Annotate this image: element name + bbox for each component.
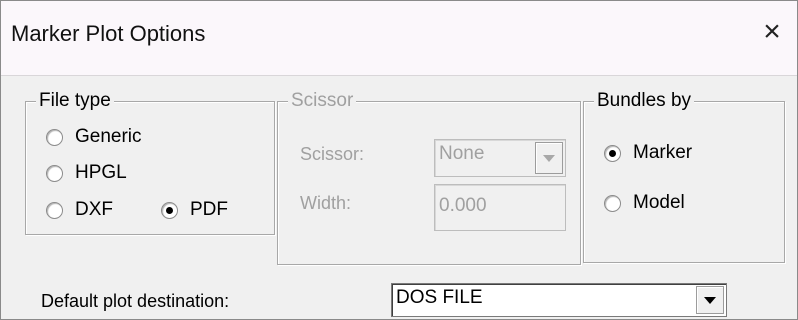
radio-pdf-label: PDF bbox=[190, 199, 228, 220]
radio-generic-indicator bbox=[46, 128, 63, 146]
radio-marker[interactable]: Marker bbox=[604, 142, 692, 164]
radio-model-label: Model bbox=[633, 192, 685, 213]
radio-hpgl-label: HPGL bbox=[75, 162, 127, 183]
plot-destination-dropdown[interactable]: DOS FILE bbox=[391, 283, 727, 317]
radio-model-indicator bbox=[604, 194, 621, 212]
scissor-label: Scissor: bbox=[300, 144, 365, 164]
radio-pdf[interactable]: PDF bbox=[161, 199, 228, 221]
width-field[interactable]: 0.000 bbox=[434, 184, 566, 231]
plot-destination-value: DOS FILE bbox=[396, 287, 483, 308]
bundles-by-group: Bundles by Marker Model bbox=[583, 89, 785, 263]
radio-pdf-indicator bbox=[161, 201, 178, 219]
chevron-down-icon bbox=[543, 154, 555, 162]
radio-dxf-label: DXF bbox=[75, 199, 113, 220]
file-type-legend: File type bbox=[36, 89, 114, 113]
default-plot-destination-label: Default plot destination: bbox=[41, 291, 230, 311]
title-bar: Marker Plot Options × bbox=[1, 1, 797, 76]
chevron-down-icon bbox=[704, 296, 716, 304]
plot-destination-dropdown-button[interactable] bbox=[696, 286, 724, 314]
radio-marker-label: Marker bbox=[633, 142, 693, 163]
width-field-value: 0.000 bbox=[439, 195, 487, 216]
file-type-group: File type Generic HPGL DXF PDF bbox=[25, 89, 275, 235]
close-icon[interactable]: × bbox=[755, 15, 789, 49]
scissor-dropdown-value: None bbox=[439, 143, 485, 164]
dialog-title: Marker Plot Options bbox=[11, 21, 206, 46]
scissor-group: Scissor Scissor: None Width: 0.000 bbox=[277, 89, 581, 265]
width-label: Width: bbox=[300, 193, 352, 213]
radio-generic-label: Generic bbox=[75, 126, 142, 147]
radio-dxf[interactable]: DXF bbox=[46, 199, 113, 221]
radio-hpgl-indicator bbox=[46, 164, 63, 182]
marker-plot-options-dialog: Marker Plot Options × File type Generic … bbox=[0, 0, 798, 320]
radio-generic[interactable]: Generic bbox=[46, 126, 142, 148]
radio-hpgl[interactable]: HPGL bbox=[46, 162, 127, 184]
radio-model[interactable]: Model bbox=[604, 192, 685, 214]
scissor-dropdown[interactable]: None bbox=[434, 139, 566, 177]
bundles-by-legend: Bundles by bbox=[594, 89, 695, 113]
scissor-legend: Scissor bbox=[288, 89, 357, 113]
radio-dxf-indicator bbox=[46, 201, 63, 219]
scissor-dropdown-button[interactable] bbox=[535, 142, 563, 174]
radio-marker-indicator bbox=[604, 144, 621, 162]
